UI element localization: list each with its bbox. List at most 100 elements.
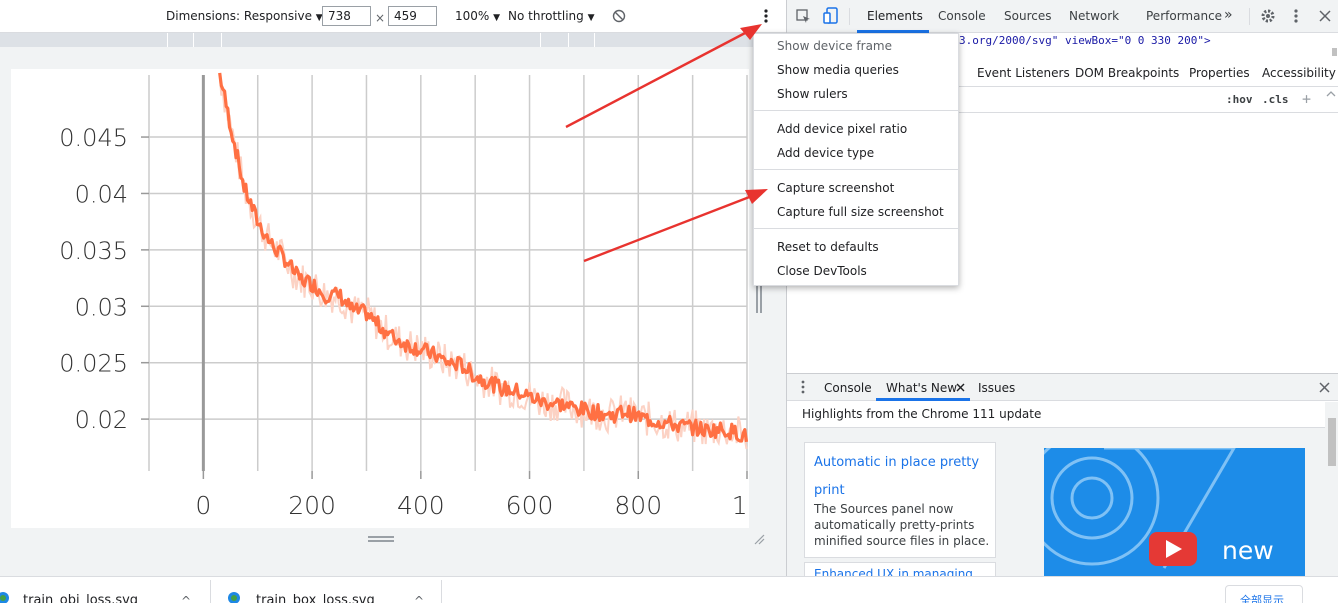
menu-capture-screenshot[interactable]: Capture screenshot bbox=[777, 181, 894, 195]
tab-elements[interactable]: Elements bbox=[867, 9, 923, 23]
download-options-chevron-icon[interactable]: ^ bbox=[181, 594, 191, 603]
x-tick-label: 1k bbox=[732, 491, 749, 520]
y-tick-label: 0.035 bbox=[59, 237, 128, 265]
dimensions-label: Dimensions: Responsive bbox=[166, 9, 312, 23]
viewport-height-input[interactable] bbox=[388, 6, 437, 26]
devtools-menu-icon[interactable] bbox=[1292, 8, 1300, 24]
menu-show-device-frame[interactable]: Show device frame bbox=[777, 39, 892, 53]
drawer-menu-icon[interactable] bbox=[800, 380, 806, 394]
settings-gear-icon[interactable] bbox=[1260, 8, 1276, 24]
hov-toggle[interactable]: :hov bbox=[1226, 93, 1253, 106]
viewport-bottom-resize-handle[interactable] bbox=[368, 536, 394, 542]
more-options-icon[interactable] bbox=[762, 8, 770, 24]
chrome-logo-graphic: new bbox=[1044, 448, 1274, 569]
subtab-accessibility[interactable]: Accessibility bbox=[1262, 66, 1336, 80]
menu-add-device-type[interactable]: Add device type bbox=[777, 146, 874, 160]
whats-new-heading: Highlights from the Chrome 111 update bbox=[802, 407, 1042, 421]
devtools-tabbar: Elements Console Sources Network Perform… bbox=[787, 0, 1338, 33]
menu-close-devtools[interactable]: Close DevTools bbox=[777, 264, 867, 278]
throttling-caret-icon: ▼ bbox=[587, 13, 595, 23]
drawer-tab-issues[interactable]: Issues bbox=[978, 381, 1015, 395]
whats-new-content: Automatic in place pretty print The Sour… bbox=[787, 402, 1338, 582]
chart-grid bbox=[148, 75, 748, 471]
menu-separator bbox=[754, 110, 958, 111]
show-all-downloads-button[interactable]: 全部显示 bbox=[1225, 585, 1303, 603]
new-style-rule-icon[interactable]: + bbox=[1302, 90, 1311, 108]
y-tick-label: 0.04 bbox=[75, 180, 128, 208]
raw-loss-line bbox=[218, 74, 748, 450]
y-tick-label: 0.02 bbox=[75, 406, 128, 434]
download-options-chevron-icon[interactable]: ^ bbox=[414, 594, 424, 603]
x-tick-label: 400 bbox=[397, 491, 445, 520]
x-tick-label: 800 bbox=[614, 491, 662, 520]
download-file-name: train_obj_loss.svg bbox=[23, 593, 139, 603]
x-tick-label: 0 bbox=[195, 491, 211, 520]
zoom-value: 100% bbox=[455, 9, 490, 23]
menu-add-device-pixel-ratio[interactable]: Add device pixel ratio bbox=[777, 122, 907, 136]
device-toolbar-toggle-icon[interactable] bbox=[823, 7, 839, 25]
feature-card[interactable]: Automatic in place pretty print The Sour… bbox=[804, 442, 996, 558]
throttling-value: No throttling bbox=[508, 9, 584, 23]
download-item[interactable]: train_obj_loss.svg ^ bbox=[0, 577, 210, 603]
whats-new-promo-image[interactable]: new bbox=[1044, 448, 1305, 577]
zoom-caret-icon: ▼ bbox=[493, 13, 501, 23]
drawer-tab-console[interactable]: Console bbox=[824, 381, 872, 395]
dimensions-dropdown[interactable]: Dimensions: Responsive ▼ bbox=[166, 9, 323, 23]
dom-code-line[interactable]: 3.org/2000/svg" viewBox="0 0 330 200"> bbox=[959, 34, 1329, 47]
raw-series bbox=[218, 74, 748, 450]
viewport-width-input[interactable] bbox=[322, 6, 371, 26]
y-tick-label: 0.025 bbox=[59, 350, 128, 378]
viewport-right-resize-handle[interactable] bbox=[756, 283, 762, 313]
more-tabs-icon[interactable]: » bbox=[1224, 7, 1233, 23]
subtab-dom-breakpoints[interactable]: DOM Breakpoints bbox=[1075, 66, 1179, 80]
svg-file-icon bbox=[0, 592, 9, 603]
menu-separator bbox=[754, 228, 958, 229]
x-tick-labels: 0 200 400 600 800 1k bbox=[195, 491, 762, 520]
dimension-times: × bbox=[375, 11, 386, 25]
throttling-dropdown[interactable]: No throttling ▼ bbox=[508, 9, 595, 23]
close-devtools-icon[interactable] bbox=[1319, 10, 1331, 22]
menu-capture-full-size-screenshot[interactable]: Capture full size screenshot bbox=[777, 205, 944, 219]
menu-show-rulers[interactable]: Show rulers bbox=[777, 87, 848, 101]
y-tick-labels: 0.02 0.025 0.03 0.035 0.04 0.045 bbox=[59, 124, 128, 434]
tab-console[interactable]: Console bbox=[938, 9, 986, 23]
x-tick-label: 600 bbox=[506, 491, 554, 520]
screen: Dimensions: Responsive ▼ × 100% ▼ No thr… bbox=[0, 0, 1338, 603]
subtab-event-listeners[interactable]: Event Listeners bbox=[977, 66, 1070, 80]
downloads-bar: train_obj_loss.svg ^ train_box_loss.svg … bbox=[0, 576, 1338, 603]
whats-new-scrollbar[interactable] bbox=[1325, 402, 1338, 577]
y-tick-label: 0.03 bbox=[75, 293, 128, 321]
media-query-ruler bbox=[0, 33, 786, 47]
show-all-label: 全部显示 bbox=[1240, 594, 1284, 603]
close-whats-new-icon[interactable] bbox=[956, 383, 965, 392]
subtab-properties[interactable]: Properties bbox=[1189, 66, 1250, 80]
elements-scrollbar[interactable] bbox=[1332, 48, 1337, 56]
smoothed-loss-line bbox=[218, 72, 749, 443]
drawer-active-indicator bbox=[876, 398, 970, 401]
tab-sources[interactable]: Sources bbox=[1004, 9, 1051, 23]
drawer-tab-whats-new[interactable]: What's New bbox=[886, 381, 957, 395]
scroll-up-icon[interactable] bbox=[1326, 90, 1336, 98]
smoothed-series bbox=[218, 72, 749, 443]
inspect-element-icon[interactable] bbox=[796, 9, 811, 24]
download-item[interactable]: train_box_loss.svg ^ bbox=[211, 577, 441, 603]
tab-network[interactable]: Network bbox=[1069, 9, 1119, 23]
corner-resize-icon[interactable] bbox=[752, 532, 766, 546]
drawer-tabbar: Console What's New Issues bbox=[787, 373, 1338, 401]
close-drawer-icon[interactable] bbox=[1319, 382, 1330, 393]
menu-reset-to-defaults[interactable]: Reset to defaults bbox=[777, 240, 879, 254]
zoom-dropdown[interactable]: 100% ▼ bbox=[455, 9, 500, 23]
download-file-name: train_box_loss.svg bbox=[256, 593, 375, 603]
device-toolbar: Dimensions: Responsive ▼ × 100% ▼ No thr… bbox=[0, 0, 786, 33]
menu-show-media-queries[interactable]: Show media queries bbox=[777, 63, 899, 77]
rotate-icon[interactable] bbox=[612, 9, 626, 23]
cls-toggle[interactable]: .cls bbox=[1262, 93, 1289, 106]
device-options-menu: Show device frame Show media queries Sho… bbox=[753, 33, 959, 286]
feature-card-description: The Sources panel now automatically pret… bbox=[814, 502, 990, 548]
promo-text: new bbox=[1222, 536, 1274, 565]
menu-separator bbox=[754, 169, 958, 170]
tab-performance[interactable]: Performance bbox=[1146, 9, 1222, 23]
x-tick-label: 200 bbox=[288, 491, 336, 520]
feature-card-title[interactable]: Automatic in place pretty print bbox=[814, 449, 990, 505]
device-viewport: 0.02 0.025 0.03 0.035 0.04 0.045 0 200 400 600 80… bbox=[11, 69, 762, 528]
